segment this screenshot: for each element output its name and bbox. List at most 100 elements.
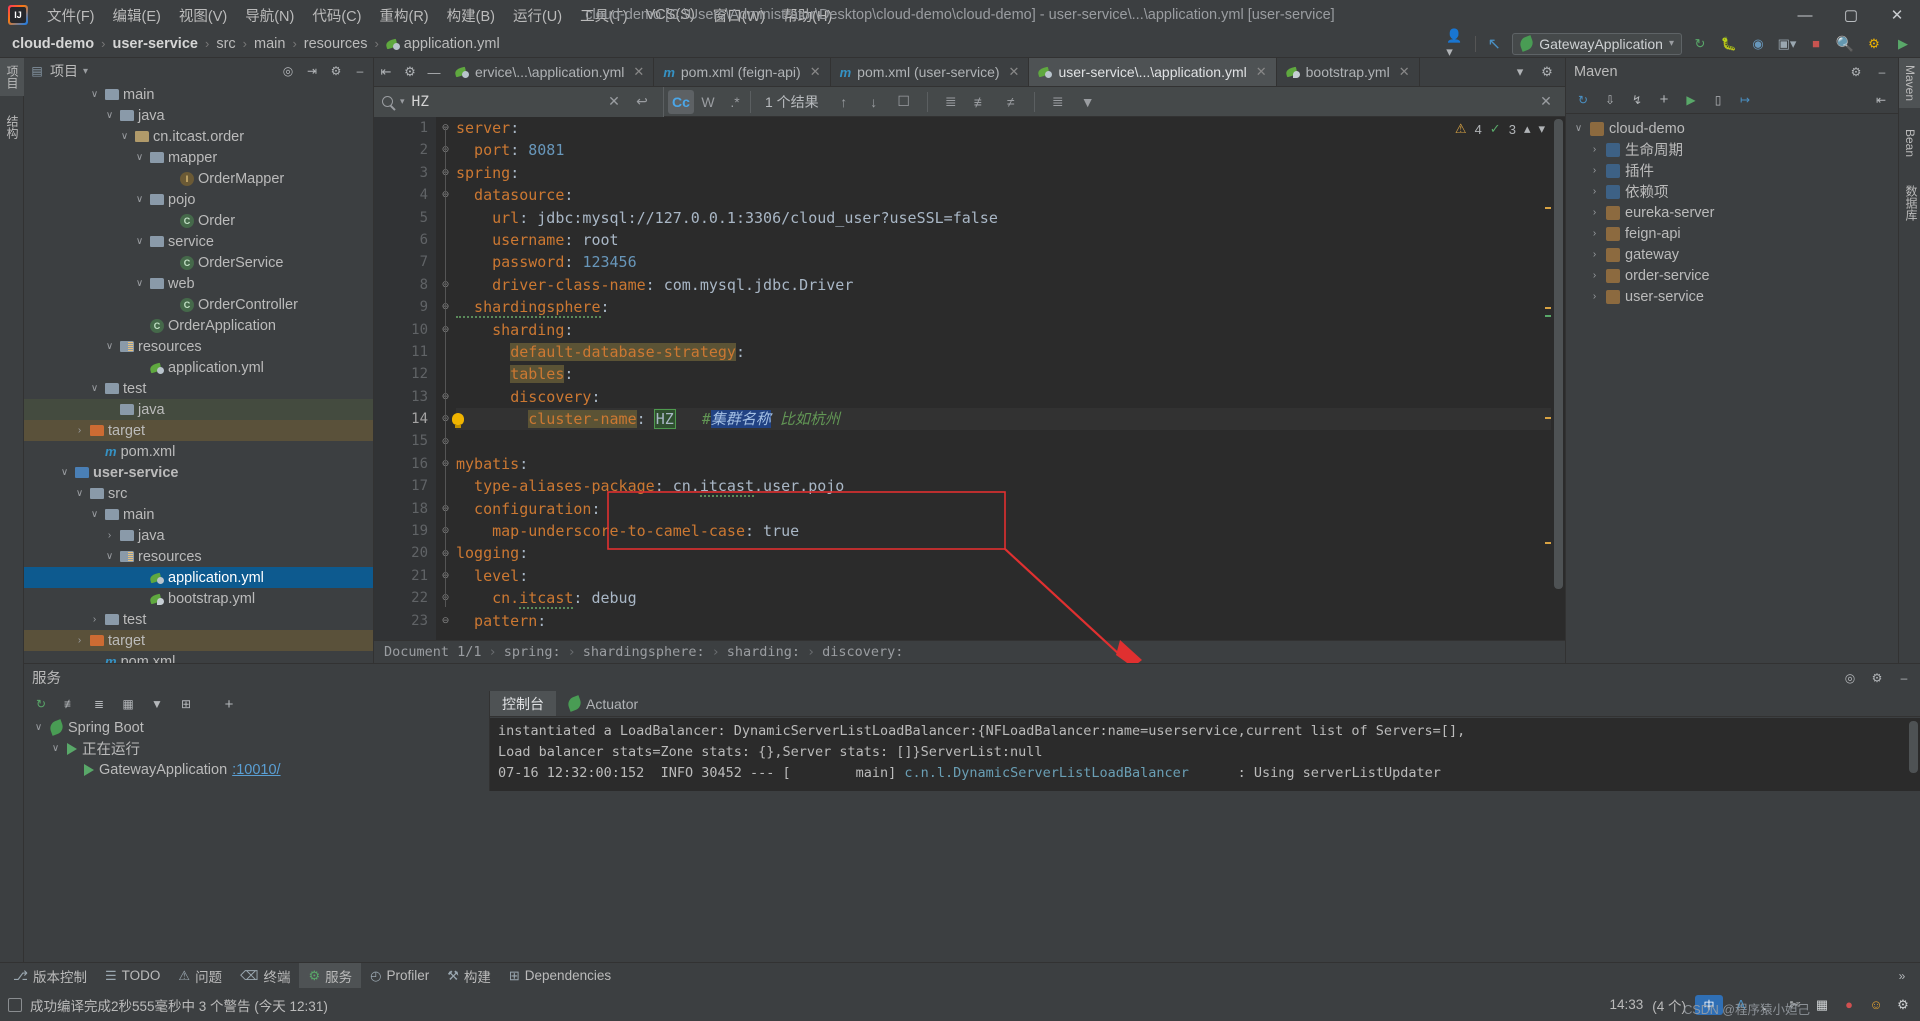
exclude-icon[interactable]: ≠: [998, 90, 1024, 114]
console-scrollbar[interactable]: [1909, 721, 1918, 773]
chevron-icon[interactable]: ∨: [88, 89, 101, 100]
editor-tab-4[interactable]: bootstrap.yml ✕: [1277, 58, 1420, 86]
fold-toggle-icon[interactable]: ⊖: [440, 615, 451, 626]
settings-icon[interactable]: ⚙: [1848, 64, 1864, 80]
toolwindow---[interactable]: ⚙ 服务: [299, 962, 362, 989]
reset-search-icon[interactable]: ↩: [629, 90, 655, 114]
menu-item-0[interactable]: 文件(F): [38, 1, 104, 30]
filter-icon[interactable]: ▼: [149, 696, 165, 712]
chevron-icon[interactable]: ›: [1588, 270, 1601, 281]
rail-tab-bean[interactable]: Bean: [1899, 122, 1920, 164]
chevron-icon[interactable]: ›: [1588, 291, 1601, 302]
run-icon[interactable]: ↻: [33, 696, 49, 712]
back-icon[interactable]: ⇤: [374, 58, 398, 86]
chevron-icon[interactable]: ›: [1588, 228, 1601, 239]
settings-icon[interactable]: ⚙: [1894, 996, 1912, 1014]
debug-icon[interactable]: 🐛: [1718, 34, 1740, 54]
rail-tab-database[interactable]: 数据库: [1899, 178, 1920, 228]
chevron-icon[interactable]: ∨: [133, 152, 146, 163]
maven-tree-item---[interactable]: › 插件: [1566, 160, 1898, 181]
minimize-button[interactable]: —: [1782, 0, 1828, 30]
project-tree[interactable]: ∨ main ∨ java ∨ cn.itcast.order ∨ mapper I OrderM…: [24, 84, 373, 663]
tree-item-target[interactable]: › target: [24, 420, 373, 441]
tree-item-web[interactable]: ∨ web: [24, 273, 373, 294]
tree-item-resources[interactable]: ∨ resources: [24, 546, 373, 567]
menu-item-3[interactable]: 导航(N): [236, 1, 303, 30]
editor-settings-icon[interactable]: ⚙: [1535, 64, 1559, 80]
close-tab-icon[interactable]: ✕: [1399, 64, 1410, 80]
breadcrumb-item-1[interactable]: user-service: [111, 36, 200, 52]
tree-item-pom-xml[interactable]: m pom.xml: [24, 651, 373, 664]
editor-tab-1[interactable]: m pom.xml (feign-api) ✕: [654, 58, 831, 86]
toolwindow-----[interactable]: ⎇ 版本控制: [4, 963, 96, 989]
find-previous-icon[interactable]: ↑: [831, 90, 857, 114]
grid-icon[interactable]: ▦: [1813, 996, 1831, 1014]
add-icon[interactable]: +: [221, 696, 237, 713]
menu-item-4[interactable]: 代码(C): [303, 1, 370, 30]
chevron-icon[interactable]: ›: [73, 635, 86, 646]
collapse-icon[interactable]: ⇤: [1873, 92, 1889, 108]
breadcrumb-item-0[interactable]: cloud-demo: [10, 36, 96, 52]
chevron-down-icon[interactable]: ▾: [83, 66, 88, 77]
find-input[interactable]: ▾ HZ ✕ ↩: [374, 86, 664, 117]
download-sources-icon[interactable]: ⇩: [1602, 92, 1618, 108]
menu-item-7[interactable]: 运行(U): [504, 1, 571, 30]
tree-item-target[interactable]: › target: [24, 630, 373, 651]
breadcrumb-item-2[interactable]: src: [214, 36, 237, 52]
tree-item-service[interactable]: ∨ service: [24, 231, 373, 252]
chevron-icon[interactable]: ›: [88, 614, 101, 625]
settings-icon[interactable]: ⚙: [1869, 670, 1885, 686]
toolwindow-todo[interactable]: ☰ TODO: [96, 965, 169, 987]
match-case-toggle[interactable]: Cc: [668, 89, 694, 114]
breadcrumb-item-5[interactable]: application.yml: [384, 36, 502, 52]
chevron-down-icon[interactable]: ▾: [400, 96, 405, 107]
code-editor[interactable]: ⚠ 4 ✓ 3 ▴ ▾ 1 2 3 4 5 6 7 8 9 10 11 12 13 14 15 16 17 18 1…: [374, 117, 1565, 640]
chevron-down-icon[interactable]: ▾: [1508, 64, 1532, 80]
maven-tree[interactable]: ∨ cloud-demo › 生命周期 › 插件 › 依赖项 › eureka-server › fe…: [1566, 114, 1898, 307]
chevron-icon[interactable]: ›: [73, 425, 86, 436]
editor-tab-2[interactable]: m pom.xml (user-service) ✕: [831, 58, 1030, 86]
tree-item-cn-itcast-order[interactable]: ∨ cn.itcast.order: [24, 126, 373, 147]
close-tab-icon[interactable]: ✕: [1256, 64, 1267, 80]
menu-item-1[interactable]: 编辑(E): [104, 1, 170, 30]
chevron-icon[interactable]: ∨: [88, 509, 101, 520]
whole-words-toggle[interactable]: W: [695, 90, 721, 114]
toolwindow---[interactable]: ⚠ 问题: [169, 963, 231, 989]
run-configuration-selector[interactable]: GatewayApplication ▾: [1512, 32, 1682, 55]
rail-tab-structure[interactable]: 结构: [0, 108, 25, 146]
tree-item-test[interactable]: › test: [24, 609, 373, 630]
close-find-bar-icon[interactable]: ✕: [1533, 90, 1559, 114]
chevron-icon[interactable]: ∨: [103, 551, 116, 562]
tree-item-orderservice[interactable]: C OrderService: [24, 252, 373, 273]
collapse-all-icon[interactable]: ⇥: [304, 63, 320, 79]
editor-tab-0[interactable]: ervice\...\application.yml ✕: [446, 58, 655, 86]
tree-item-user-service[interactable]: ∨ user-service: [24, 462, 373, 483]
add-icon[interactable]: +: [1656, 91, 1672, 108]
locate-icon[interactable]: ◎: [280, 63, 296, 79]
close-tab-icon[interactable]: ✕: [1009, 64, 1020, 80]
maximize-button[interactable]: ▢: [1828, 0, 1874, 30]
maven-tree-item-eureka-server[interactable]: › eureka-server: [1566, 202, 1898, 223]
maven-tree-item-user-service[interactable]: › user-service: [1566, 286, 1898, 307]
intention-bulb-icon[interactable]: [452, 413, 464, 429]
menu-item-6[interactable]: 构建(B): [438, 1, 504, 30]
hide-icon[interactable]: –: [352, 63, 368, 79]
chevron-icon[interactable]: ›: [1588, 144, 1601, 155]
toolwindow-profiler[interactable]: ◴ Profiler: [361, 965, 438, 987]
update-arrow-icon[interactable]: ↖: [1483, 34, 1505, 54]
tree-item-ordercontroller[interactable]: C OrderController: [24, 294, 373, 315]
chevron-icon[interactable]: ›: [1588, 207, 1601, 218]
fold-gutter[interactable]: ⊖⊝⊖⊖⊝⊖⊖⊖⊝⊝⊖⊖⊝⊖⊖⊝⊖: [436, 117, 456, 640]
tree-item-test[interactable]: ∨ test: [24, 378, 373, 399]
breadcrumb-item-3[interactable]: main: [252, 36, 287, 52]
tree-item-java[interactable]: › java: [24, 525, 373, 546]
toolwindow---[interactable]: ⌫ 终端: [231, 963, 299, 989]
breadcrumb-item-4[interactable]: resources: [302, 36, 370, 52]
chevron-icon[interactable]: ›: [1588, 249, 1601, 260]
chevron-icon[interactable]: ›: [1588, 165, 1601, 176]
tree-item-application-yml[interactable]: application.yml: [24, 357, 373, 378]
sort-icon[interactable]: ≣: [1045, 90, 1071, 114]
tree-item-ordermapper[interactable]: I OrderMapper: [24, 168, 373, 189]
editor-breadcrumb[interactable]: Document 1/1 › spring: › shardingsphere: › sha…: [374, 640, 1565, 663]
maven-tree-item-----[interactable]: › 生命周期: [1566, 139, 1898, 160]
